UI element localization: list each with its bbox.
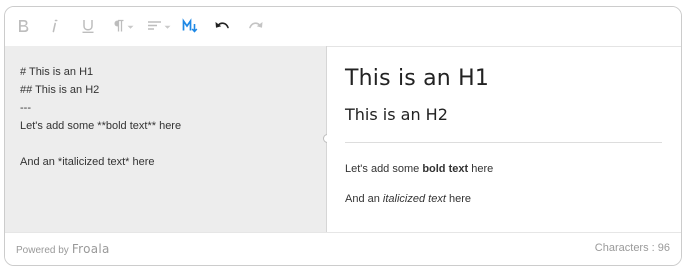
source-line: [20, 135, 326, 153]
froala-editor: # This is an H1 ## This is an H2 --- Let…: [4, 6, 682, 266]
preview-text: Let's add some: [345, 163, 423, 175]
preview-text: And an: [345, 193, 383, 205]
powered-by-link[interactable]: Powered by Froala: [16, 242, 110, 256]
preview-italic-text: italicized text: [382, 193, 446, 205]
preview-heading-1: This is an H1: [345, 66, 490, 91]
underline-button[interactable]: [78, 14, 98, 38]
undo-icon: [215, 22, 229, 29]
source-line: Let's add some **bold text** here: [20, 120, 182, 132]
editor-body: # This is an H1 ## This is an H2 --- Let…: [5, 46, 681, 232]
markdown-button[interactable]: [179, 14, 201, 38]
preview-divider: [345, 142, 662, 143]
preview-heading-2: This is an H2: [345, 105, 448, 124]
undo-button[interactable]: [211, 14, 233, 38]
source-line: And an *italicized text* here: [20, 156, 155, 168]
chevron-down-icon: [127, 25, 133, 29]
editor-toolbar: [5, 7, 681, 46]
preview-bold-text: bold text: [422, 163, 469, 175]
preview-paragraph-italic: And an italicized text here: [345, 193, 471, 205]
markdown-icon: [182, 18, 198, 33]
paragraph-format-button[interactable]: [110, 14, 136, 38]
align-button[interactable]: [145, 14, 173, 38]
froala-logo: Froala: [71, 242, 110, 256]
bold-icon: [19, 20, 29, 32]
source-line: ## This is an H2: [20, 84, 100, 96]
chevron-down-icon: [164, 25, 171, 29]
editor-footer: Powered by Froala Characters : 96: [5, 232, 681, 265]
markdown-source-pane[interactable]: # This is an H1 ## This is an H2 --- Let…: [5, 46, 327, 232]
redo-button[interactable]: [245, 14, 267, 38]
preview-text: here: [468, 163, 494, 175]
preview-text: here: [445, 193, 471, 205]
markdown-preview-pane: This is an H1 This is an H2 Let's add so…: [327, 46, 681, 232]
powered-by-label: Powered by: [16, 245, 69, 256]
align-icon: [148, 21, 161, 30]
bold-button[interactable]: [13, 14, 33, 38]
preview-paragraph-bold: Let's add some bold text here: [345, 163, 493, 175]
redo-icon: [249, 22, 263, 29]
italic-button[interactable]: [45, 14, 65, 38]
source-line: # This is an H1: [20, 66, 94, 78]
underline-icon: [82, 20, 94, 33]
character-counter: Characters : 96: [594, 242, 670, 254]
source-line: ---: [20, 102, 31, 114]
italic-icon: [52, 19, 58, 33]
paragraph-format-icon: [114, 19, 123, 32]
